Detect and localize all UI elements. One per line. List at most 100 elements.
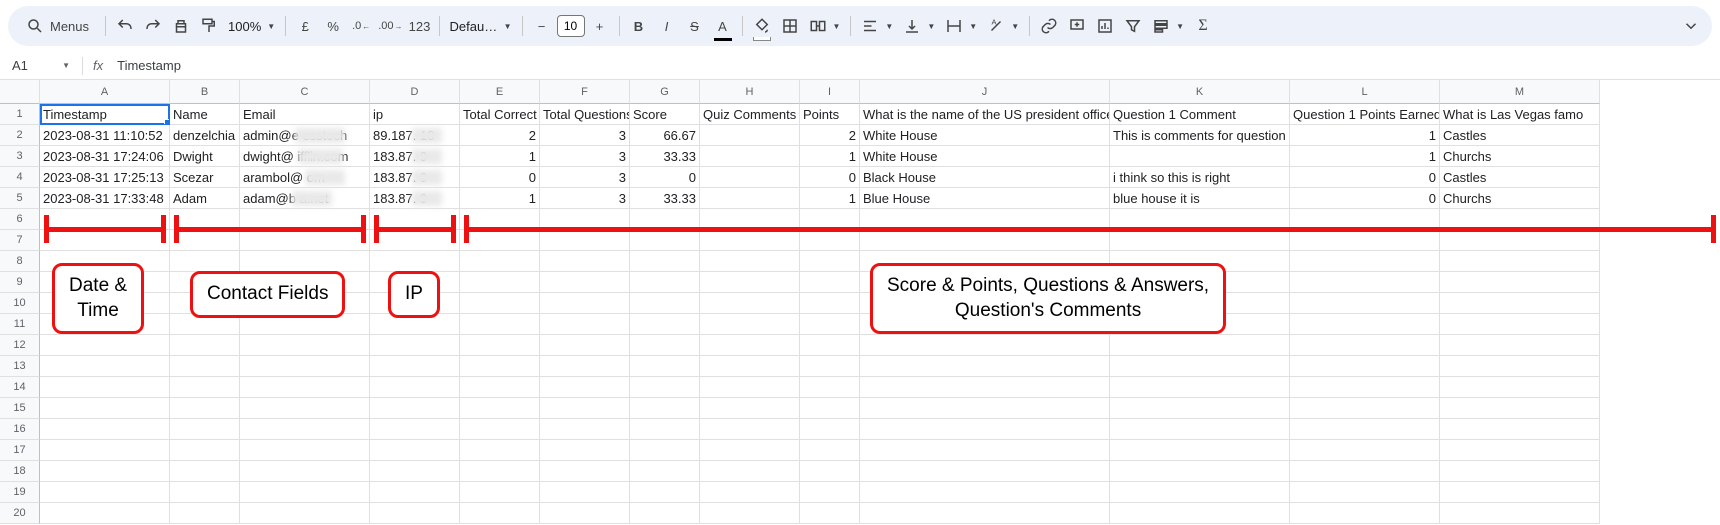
increase-decimal-button[interactable]: .00→ xyxy=(376,13,404,39)
cell-M10[interactable] xyxy=(1440,293,1600,314)
cell-K11[interactable] xyxy=(1110,314,1290,335)
cell-D7[interactable] xyxy=(370,230,460,251)
cell-A4[interactable]: 2023-08-31 17:25:13 xyxy=(40,167,170,188)
cell-A5[interactable]: 2023-08-31 17:33:48 xyxy=(40,188,170,209)
cell-I8[interactable] xyxy=(800,251,860,272)
cell-I14[interactable] xyxy=(800,377,860,398)
cell-B11[interactable] xyxy=(170,314,240,335)
cell-L18[interactable] xyxy=(1290,461,1440,482)
cell-K6[interactable] xyxy=(1110,209,1290,230)
cell-J7[interactable] xyxy=(860,230,1110,251)
cell-C8[interactable] xyxy=(240,251,370,272)
cell-I15[interactable] xyxy=(800,398,860,419)
font-select[interactable]: Defaul...▼ xyxy=(446,13,516,39)
cell-D8[interactable] xyxy=(370,251,460,272)
cell-F7[interactable] xyxy=(540,230,630,251)
cell-D4[interactable]: 183.87. 9 xyxy=(370,167,460,188)
cell-B18[interactable] xyxy=(170,461,240,482)
functions-button[interactable]: Σ xyxy=(1190,13,1216,39)
cell-F15[interactable] xyxy=(540,398,630,419)
cell-D2[interactable]: 89.187. 18 xyxy=(370,125,460,146)
cell-M14[interactable] xyxy=(1440,377,1600,398)
cell-D3[interactable]: 183.87. 9 xyxy=(370,146,460,167)
cell-K15[interactable] xyxy=(1110,398,1290,419)
cell-K4[interactable]: i think so this is right xyxy=(1110,167,1290,188)
cell-M8[interactable] xyxy=(1440,251,1600,272)
cell-A13[interactable] xyxy=(40,356,170,377)
cell-F18[interactable] xyxy=(540,461,630,482)
cell-F5[interactable]: 3 xyxy=(540,188,630,209)
cell-K13[interactable] xyxy=(1110,356,1290,377)
cell-H5[interactable] xyxy=(700,188,800,209)
column-header-B[interactable]: B xyxy=(170,80,240,104)
cell-D13[interactable] xyxy=(370,356,460,377)
row-header-7[interactable]: 7 xyxy=(0,230,40,251)
column-header-M[interactable]: M xyxy=(1440,80,1600,104)
cell-G7[interactable] xyxy=(630,230,700,251)
cell-C13[interactable] xyxy=(240,356,370,377)
cell-B15[interactable] xyxy=(170,398,240,419)
cell-H17[interactable] xyxy=(700,440,800,461)
cell-C15[interactable] xyxy=(240,398,370,419)
cell-H9[interactable] xyxy=(700,272,800,293)
cell-H4[interactable] xyxy=(700,167,800,188)
cell-I10[interactable] xyxy=(800,293,860,314)
cell-I6[interactable] xyxy=(800,209,860,230)
cell-D1[interactable]: ip xyxy=(370,104,460,125)
cell-C7[interactable] xyxy=(240,230,370,251)
cell-L3[interactable]: 1 xyxy=(1290,146,1440,167)
cell-I3[interactable]: 1 xyxy=(800,146,860,167)
cell-L12[interactable] xyxy=(1290,335,1440,356)
currency-button[interactable]: £ xyxy=(292,13,318,39)
cell-M15[interactable] xyxy=(1440,398,1600,419)
cell-M20[interactable] xyxy=(1440,503,1600,524)
cell-K16[interactable] xyxy=(1110,419,1290,440)
row-header-8[interactable]: 8 xyxy=(0,251,40,272)
cell-E14[interactable] xyxy=(460,377,540,398)
cell-B10[interactable] xyxy=(170,293,240,314)
cell-F8[interactable] xyxy=(540,251,630,272)
row-header-14[interactable]: 14 xyxy=(0,377,40,398)
cell-A16[interactable] xyxy=(40,419,170,440)
cell-H8[interactable] xyxy=(700,251,800,272)
cell-H14[interactable] xyxy=(700,377,800,398)
column-header-K[interactable]: K xyxy=(1110,80,1290,104)
cell-B19[interactable] xyxy=(170,482,240,503)
cell-E5[interactable]: 1 xyxy=(460,188,540,209)
row-header-4[interactable]: 4 xyxy=(0,167,40,188)
cell-H16[interactable] xyxy=(700,419,800,440)
cell-C1[interactable]: Email xyxy=(240,104,370,125)
cell-E9[interactable] xyxy=(460,272,540,293)
row-header-20[interactable]: 20 xyxy=(0,503,40,524)
cell-E19[interactable] xyxy=(460,482,540,503)
cell-H15[interactable] xyxy=(700,398,800,419)
cell-J15[interactable] xyxy=(860,398,1110,419)
cell-L13[interactable] xyxy=(1290,356,1440,377)
cell-L17[interactable] xyxy=(1290,440,1440,461)
cell-F3[interactable]: 3 xyxy=(540,146,630,167)
italic-button[interactable]: I xyxy=(654,13,680,39)
cell-L16[interactable] xyxy=(1290,419,1440,440)
text-wrap-button[interactable]: ▼ xyxy=(941,13,981,39)
cell-I16[interactable] xyxy=(800,419,860,440)
cell-A17[interactable] xyxy=(40,440,170,461)
cell-M12[interactable] xyxy=(1440,335,1600,356)
cell-E13[interactable] xyxy=(460,356,540,377)
row-header-6[interactable]: 6 xyxy=(0,209,40,230)
horizontal-align-button[interactable]: ▼ xyxy=(857,13,897,39)
cell-D10[interactable] xyxy=(370,293,460,314)
cell-G1[interactable]: Score xyxy=(630,104,700,125)
cell-E7[interactable] xyxy=(460,230,540,251)
cell-K18[interactable] xyxy=(1110,461,1290,482)
text-rotation-button[interactable]: A▼ xyxy=(983,13,1023,39)
cell-H19[interactable] xyxy=(700,482,800,503)
cell-E1[interactable]: Total Correct xyxy=(460,104,540,125)
cell-I12[interactable] xyxy=(800,335,860,356)
cell-J16[interactable] xyxy=(860,419,1110,440)
row-header-13[interactable]: 13 xyxy=(0,356,40,377)
cell-G20[interactable] xyxy=(630,503,700,524)
cell-K3[interactable] xyxy=(1110,146,1290,167)
cell-C2[interactable]: admin@e esstech xyxy=(240,125,370,146)
cell-E4[interactable]: 0 xyxy=(460,167,540,188)
column-header-J[interactable]: J xyxy=(860,80,1110,104)
